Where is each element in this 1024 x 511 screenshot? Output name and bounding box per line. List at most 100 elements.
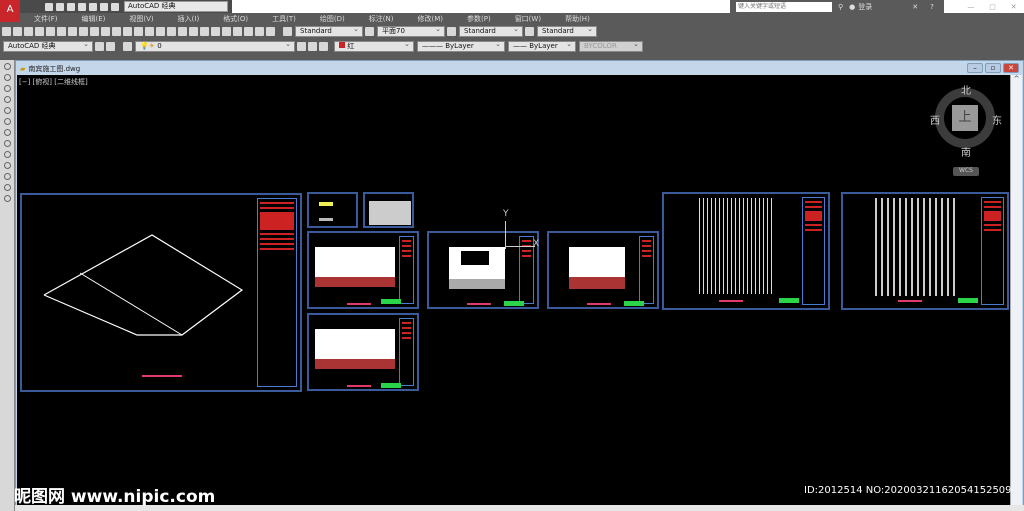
doc-minimize-button[interactable]: – <box>967 63 983 73</box>
compass-south[interactable]: 南 <box>961 144 971 159</box>
print-icon[interactable] <box>89 2 97 11</box>
login-button[interactable]: 登录 <box>858 2 872 12</box>
layer-state-icon[interactable] <box>319 42 328 51</box>
mleader-style-select[interactable]: Standard <box>537 25 597 37</box>
rectangle-icon[interactable] <box>3 107 11 114</box>
binoculars-icon[interactable]: ⚲ <box>838 3 843 11</box>
sheet-set-icon[interactable] <box>233 27 242 36</box>
table-style-icon[interactable] <box>447 27 456 36</box>
menu-dimension[interactable]: 标注(N) <box>369 14 394 24</box>
vertical-scrollbar[interactable]: ^ <box>1010 75 1022 505</box>
zoom-window-icon[interactable] <box>178 27 187 36</box>
menu-draw[interactable]: 绘图(D) <box>320 14 345 24</box>
zoom-icon[interactable] <box>167 27 176 36</box>
dim-style-select[interactable]: 平面70 <box>377 25 445 37</box>
minimize-button[interactable]: — <box>967 3 974 11</box>
menu-help[interactable]: 帮助(H) <box>565 14 590 24</box>
dim-style-icon[interactable] <box>365 27 374 36</box>
open-icon[interactable] <box>13 27 22 36</box>
spline-icon[interactable] <box>3 129 11 136</box>
viewcube[interactable]: 上 北 南 东 西 WCS <box>930 82 1002 176</box>
exchange-icon[interactable]: ✕ <box>912 3 918 11</box>
cut-icon[interactable] <box>79 27 88 36</box>
new-icon[interactable] <box>2 27 11 36</box>
new-icon[interactable] <box>45 2 53 11</box>
tool-palettes-icon[interactable] <box>222 27 231 36</box>
redo-icon[interactable] <box>145 27 154 36</box>
plotstyle-select: BYCOLOR <box>579 40 643 52</box>
text-style-select[interactable]: Standard <box>295 25 363 37</box>
table-style-select[interactable]: Standard <box>459 25 523 37</box>
save-icon[interactable] <box>67 2 75 11</box>
compass-north[interactable]: 北 <box>961 82 971 97</box>
calculator-icon[interactable] <box>255 27 264 36</box>
layer-properties-icon[interactable] <box>123 42 132 51</box>
3d-print-icon[interactable] <box>68 27 77 36</box>
publish-icon[interactable] <box>57 27 66 36</box>
lineweight-select[interactable]: —— ByLayer <box>508 40 576 52</box>
workspace-settings-icon[interactable] <box>106 42 115 51</box>
text-icon[interactable] <box>3 195 11 202</box>
open-icon[interactable] <box>56 2 64 11</box>
preview-icon[interactable] <box>46 27 55 36</box>
region-icon[interactable] <box>3 173 11 180</box>
save-icon[interactable] <box>24 27 33 36</box>
saveas-icon[interactable] <box>78 2 86 11</box>
undo-icon[interactable] <box>100 2 108 11</box>
workspace-select[interactable]: AutoCAD 经典 <box>124 1 228 12</box>
menu-modify[interactable]: 修改(M) <box>417 14 443 24</box>
menu-tools[interactable]: 工具(T) <box>272 14 296 24</box>
ellipse-icon[interactable] <box>3 140 11 147</box>
polyline-icon[interactable] <box>3 74 11 81</box>
print-icon[interactable] <box>35 27 44 36</box>
polygon-icon[interactable] <box>3 118 11 125</box>
pan-icon[interactable] <box>156 27 165 36</box>
menu-view[interactable]: 视图(V) <box>129 14 153 24</box>
help-icon[interactable] <box>266 27 275 36</box>
circle-icon[interactable] <box>3 85 11 92</box>
layer-previous-icon[interactable] <box>308 42 317 51</box>
viewport-controls[interactable]: [−] [俯视] [二维线框] <box>19 77 88 87</box>
drawing-canvas[interactable]: [−] [俯视] [二维线框] Y X <box>17 75 1010 505</box>
undo-icon[interactable] <box>134 27 143 36</box>
color-select[interactable]: 红 <box>334 40 414 52</box>
paste-icon[interactable] <box>101 27 110 36</box>
menu-insert[interactable]: 插入(I) <box>178 14 200 24</box>
zoom-previous-icon[interactable] <box>189 27 198 36</box>
doc-close-button[interactable]: ✕ <box>1003 63 1019 73</box>
menu-file[interactable]: 文件(F) <box>34 14 58 24</box>
make-current-icon[interactable] <box>297 42 306 51</box>
line-icon[interactable] <box>3 63 11 70</box>
layer-select[interactable]: 💡☀ 0 <box>135 40 295 52</box>
hatch-icon[interactable] <box>3 162 11 169</box>
menu-parametric[interactable]: 参数(P) <box>467 14 491 24</box>
wcs-menu[interactable]: WCS <box>953 167 979 176</box>
help-icon[interactable]: ? <box>930 3 934 11</box>
menu-window[interactable]: 窗口(W) <box>515 14 541 24</box>
text-style-icon[interactable] <box>283 27 292 36</box>
block-editor-icon[interactable] <box>123 27 132 36</box>
copy-icon[interactable] <box>90 27 99 36</box>
app-menu-button[interactable]: A <box>0 0 20 22</box>
menu-edit[interactable]: 编辑(E) <box>82 14 106 24</box>
doc-restore-button[interactable]: ▫ <box>985 63 1001 73</box>
workspace-select[interactable]: AutoCAD 经典 <box>3 40 93 52</box>
viewcube-face-top[interactable]: 上 <box>952 105 978 131</box>
close-button[interactable]: ✕ <box>1011 3 1017 11</box>
redo-icon[interactable] <box>111 2 119 11</box>
maximize-button[interactable]: ▢ <box>989 3 996 11</box>
markup-icon[interactable] <box>244 27 253 36</box>
design-center-icon[interactable] <box>211 27 220 36</box>
menu-format[interactable]: 格式(O) <box>223 14 248 24</box>
arc-icon[interactable] <box>3 96 11 103</box>
table-icon[interactable] <box>3 184 11 191</box>
match-props-icon[interactable] <box>112 27 121 36</box>
search-input[interactable] <box>736 1 832 12</box>
mleader-style-icon[interactable] <box>525 27 534 36</box>
gear-icon[interactable] <box>95 42 104 51</box>
compass-west[interactable]: 西 <box>930 112 940 127</box>
linetype-select[interactable]: ——— ByLayer <box>417 40 505 52</box>
block-icon[interactable] <box>3 151 11 158</box>
compass-east[interactable]: 东 <box>992 112 1002 127</box>
properties-icon[interactable] <box>200 27 209 36</box>
